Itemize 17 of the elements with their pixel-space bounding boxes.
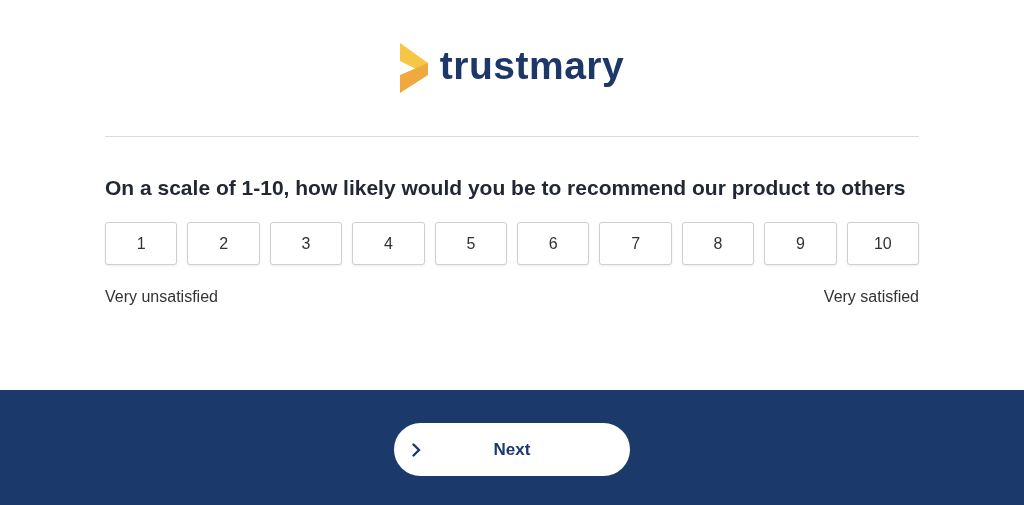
scale-low-label: Very unsatisfied [105,288,218,306]
question-text: On a scale of 1-10, how likely would you be to recommend our product to others [105,175,907,201]
rating-option[interactable]: 10 [846,222,920,265]
rating-option[interactable]: 8 [681,222,755,265]
rating-option[interactable]: 7 [599,222,672,265]
scale-high-label: Very satisfied [823,288,919,306]
rating-option[interactable]: 1 [105,222,178,265]
next-button[interactable]: Next [394,423,630,476]
rating-option[interactable]: 5 [434,222,508,265]
rating-option[interactable]: 4 [352,222,425,265]
rating-option[interactable]: 2 [187,222,260,265]
logo-text: trustmary [439,44,625,89]
chevron-icon [412,443,421,457]
logo-icon [399,43,430,93]
rating-option[interactable]: 6 [517,222,590,265]
rating-option[interactable]: 9 [764,222,837,265]
rating-option[interactable]: 3 [269,222,343,265]
